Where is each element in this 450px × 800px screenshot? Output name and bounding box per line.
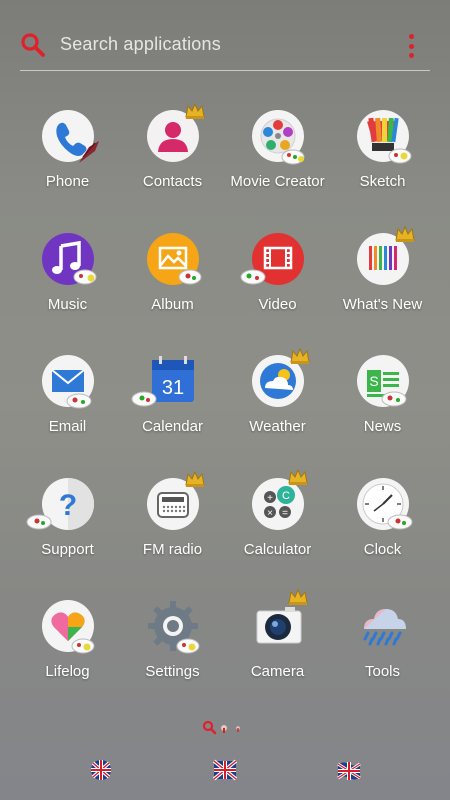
calendar-day: 31 [161,377,183,399]
whats-new-icon [352,225,415,290]
app-label: FM radio [142,540,203,558]
search-bar[interactable]: Search applications [20,24,430,71]
settings-icon [142,595,204,657]
crown-icon [287,468,308,485]
app-label: Calculator [243,540,312,558]
uk-flag-icon[interactable] [213,758,237,782]
app-label: Video [258,295,297,313]
music-icon [37,228,99,290]
clock-icon [352,473,414,535]
crown-icon [287,588,308,605]
app-lifelog[interactable]: Lifelog [15,595,120,718]
app-whats-new[interactable]: What's New [330,225,435,351]
app-sketch[interactable]: Sketch [330,105,435,228]
news-icon: S [352,350,414,412]
support-icon: ? [26,473,99,535]
app-label: Movie Creator [230,173,325,190]
app-settings[interactable]: Settings [120,595,225,718]
svg-text:?: ? [58,489,76,522]
app-support[interactable]: ? Support [15,473,120,596]
app-video[interactable]: Video [225,228,330,351]
calendar-icon: 31 [131,350,204,412]
svg-text:×: × [267,508,273,519]
phone-icon [37,105,99,167]
svg-text:S: S [369,373,378,389]
app-label: Lifelog [45,663,90,680]
app-news[interactable]: S News [330,350,435,473]
crown-icon [184,470,205,487]
app-label: Album [151,295,194,313]
app-album[interactable]: Album [120,228,225,351]
app-label: Music [47,295,88,313]
app-movie-creator[interactable]: Movie Creator [225,105,330,228]
svg-text:=: = [282,508,288,519]
tools-icon [352,595,414,657]
video-icon [240,228,309,290]
fm-radio-icon [142,470,205,535]
search-input[interactable]: Search applications [60,34,221,55]
app-weather[interactable]: Weather [225,347,330,473]
weather-icon [247,347,310,412]
email-icon [37,350,99,412]
overflow-menu-icon[interactable] [406,34,416,58]
crown-icon [184,102,205,119]
app-label: Clock [363,540,402,558]
app-label: Camera [250,663,305,680]
crown-icon [394,225,415,242]
app-music[interactable]: Music [15,228,120,351]
app-label: Calendar [142,418,203,435]
app-clock[interactable]: Clock [330,473,435,596]
app-fm-radio[interactable]: FM radio [120,470,225,596]
app-label: Weather [249,418,306,435]
lifelog-icon [37,595,99,657]
sketch-icon [352,105,414,167]
app-label: Sketch [359,173,406,190]
app-label: Email [48,418,87,435]
app-label: Tools [364,663,401,680]
app-email[interactable]: Email [15,350,120,473]
app-camera[interactable]: Camera [225,588,330,718]
crown-icon [289,347,310,364]
camera-icon [247,588,309,657]
contacts-icon [142,102,205,167]
app-label: Contacts [142,173,203,190]
svg-text:C: C [282,490,290,502]
search-icon[interactable] [20,32,46,58]
app-grid: Phone Contacts Movie Creator Sketch Musi… [15,102,435,718]
app-phone[interactable]: Phone [15,105,120,228]
page-indicator[interactable] [200,718,250,736]
app-label: What's New [342,295,423,313]
svg-text:+: + [267,493,273,504]
app-label: Settings [145,663,200,680]
app-label: News [363,418,402,435]
app-calendar[interactable]: 31 Calendar [120,350,225,473]
app-label: Support [41,540,94,558]
app-label: Phone [45,173,90,190]
app-calculator[interactable]: + C × = Calculator [225,468,330,596]
app-tools[interactable]: Tools [330,595,435,718]
movie-creator-icon [247,105,309,167]
app-contacts[interactable]: Contacts [120,102,225,228]
uk-flag-icon[interactable] [337,758,361,782]
uk-flag-icon[interactable] [89,758,113,782]
dock [0,758,450,788]
calculator-icon: + C × = [247,468,309,535]
album-icon [142,228,204,290]
